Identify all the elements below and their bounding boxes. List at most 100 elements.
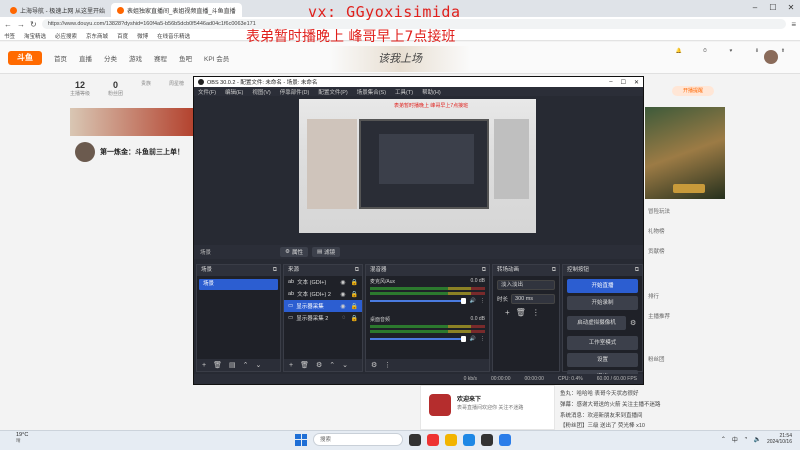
sidebar-text[interactable]: 主播推荐 xyxy=(648,312,670,320)
site-logo[interactable]: 斗鱼 xyxy=(8,50,42,65)
sidebar-ad-image[interactable] xyxy=(645,107,725,199)
maximize-icon[interactable]: ☐ xyxy=(764,0,782,14)
minimize-icon[interactable]: – xyxy=(609,79,612,86)
filters-button[interactable]: ▤ 滤镜 xyxy=(311,247,341,257)
more-icon[interactable]: ⋮ xyxy=(480,336,485,342)
folder-icon[interactable] xyxy=(445,433,457,446)
menu-item[interactable]: 场景集合(S) xyxy=(357,88,386,96)
bookmark-item[interactable]: 京东商城 xyxy=(86,32,108,40)
menu-item[interactable]: 帮助(H) xyxy=(422,88,441,96)
add-icon[interactable]: + xyxy=(202,362,206,369)
down-icon[interactable]: ⌄ xyxy=(342,361,348,369)
properties-button[interactable]: ⚙ 属性 xyxy=(280,247,308,257)
settings-button[interactable]: 设置 xyxy=(567,353,638,367)
more-icon[interactable]: ⋮ xyxy=(384,361,391,369)
source-item[interactable]: ab 文本 (GDI+) 2 ◉ 🔒 xyxy=(284,288,362,300)
lock-icon[interactable]: 🔒 xyxy=(351,291,358,298)
taskbar-search[interactable]: 搜索 xyxy=(313,433,403,446)
refresh-icon[interactable]: ↻ xyxy=(30,20,37,29)
eye-off-icon[interactable]: ◌ xyxy=(342,315,346,322)
bell-icon[interactable]: 🔔 xyxy=(672,48,686,68)
minimize-icon[interactable]: – xyxy=(746,0,764,14)
gear-icon[interactable]: ⚙ xyxy=(316,361,322,369)
nav-item[interactable]: 分类 xyxy=(104,53,117,63)
windows-start-icon[interactable] xyxy=(295,433,307,446)
volume-icon[interactable]: 🔈 xyxy=(753,436,760,443)
menu-item[interactable]: 视图(V) xyxy=(252,88,270,96)
source-item[interactable]: ▭ 显示器采集 2 ◌ 🔒 xyxy=(284,312,362,324)
browser-tab[interactable]: 上海导航 - 极速上网 从这里开始 xyxy=(4,3,111,17)
down-icon[interactable]: ⌄ xyxy=(255,361,261,369)
ad-button[interactable] xyxy=(673,184,705,193)
nav-item[interactable]: 直播 xyxy=(79,53,92,63)
bookmark-item[interactable]: 百度 xyxy=(117,32,128,40)
taskview-icon[interactable] xyxy=(409,433,421,446)
user-avatar[interactable] xyxy=(764,50,778,64)
remind-button[interactable]: 开播提醒 xyxy=(672,86,714,96)
popout-icon[interactable]: ⧉ xyxy=(355,265,359,276)
scene-item[interactable]: 场景 xyxy=(199,279,278,290)
start-streaming-button[interactable]: 开始直播 xyxy=(567,279,638,293)
menu-item[interactable]: 配置文件(P) xyxy=(318,88,347,96)
menu-icon[interactable]: ≡ xyxy=(791,20,796,29)
start-recording-button[interactable]: 开始录制 xyxy=(567,296,638,310)
bookmark-item[interactable]: 必应搜索 xyxy=(55,32,77,40)
menu-item[interactable]: 工具(T) xyxy=(395,88,413,96)
lock-icon[interactable]: 🔒 xyxy=(351,303,358,310)
add-icon[interactable]: + xyxy=(289,362,293,369)
filter-icon[interactable]: ▤ xyxy=(229,361,236,369)
wifi-icon[interactable]: ◔ xyxy=(744,436,748,442)
eye-icon[interactable]: ◉ xyxy=(340,303,345,310)
nav-item[interactable]: 赛程 xyxy=(154,53,167,63)
speaker-icon[interactable]: 🔊 xyxy=(470,298,476,304)
popout-icon[interactable]: ⧉ xyxy=(482,265,486,276)
studio-mode-button[interactable]: 工作室模式 xyxy=(567,336,638,350)
stat-item[interactable]: 周星榜 xyxy=(169,80,184,97)
trash-icon[interactable]: 🗑 xyxy=(213,361,222,369)
slider-knob[interactable] xyxy=(460,298,466,304)
weather-widget[interactable]: 19°C 晴 xyxy=(16,432,28,444)
trash-icon[interactable]: 🗑 xyxy=(516,308,526,317)
ime-indicator[interactable]: 中 xyxy=(732,435,738,444)
game-card[interactable]: 欢迎来下 表哥直播间欢迎你 关注不迷路 xyxy=(420,385,555,430)
app-icon[interactable] xyxy=(499,433,511,446)
gear-icon[interactable]: ⚙ xyxy=(371,361,377,369)
nav-item[interactable]: 鱼吧 xyxy=(179,53,192,63)
popout-icon[interactable]: ⧉ xyxy=(552,265,556,276)
stat-item[interactable]: 贵族 xyxy=(141,80,151,97)
clock[interactable]: 21:54 2024/10/16 xyxy=(767,433,792,445)
close-icon[interactable]: ✕ xyxy=(634,79,639,86)
forward-icon[interactable]: → xyxy=(17,20,25,29)
gear-icon[interactable]: ⚙ xyxy=(630,319,642,327)
transition-select[interactable]: 淡入淡出 xyxy=(497,280,555,290)
up-icon[interactable]: ⌃ xyxy=(243,361,249,369)
history-icon[interactable]: ⏱ xyxy=(698,48,712,68)
sidebar-text[interactable]: 贡献榜 xyxy=(648,247,665,255)
more-icon[interactable]: ⋮ xyxy=(480,298,485,304)
volume-slider[interactable] xyxy=(370,298,466,304)
close-icon[interactable]: ✕ xyxy=(782,0,800,14)
streamer-avatar[interactable] xyxy=(75,142,95,162)
trash-icon[interactable]: 🗑 xyxy=(300,361,309,369)
browser-tab-active[interactable]: 表姐独家直播间_表姐视频直播_斗鱼直播 xyxy=(111,3,242,17)
duration-input[interactable]: 300 ms xyxy=(511,294,555,304)
maximize-icon[interactable]: ☐ xyxy=(621,79,626,86)
sidebar-text[interactable]: 排行 xyxy=(648,292,659,300)
sidebar-text[interactable]: 粉丝团 xyxy=(648,355,665,363)
slider-knob[interactable] xyxy=(460,336,466,342)
popout-icon[interactable]: ⧉ xyxy=(273,265,277,276)
menu-item[interactable]: 文件(F) xyxy=(198,88,216,96)
source-item[interactable]: ab 文本 (GDI+) ◉ 🔒 xyxy=(284,276,362,288)
browser-icon[interactable] xyxy=(463,433,475,446)
stat-item[interactable]: 12 主播等级 xyxy=(70,80,90,97)
nav-item[interactable]: 首页 xyxy=(54,53,67,63)
volume-slider[interactable] xyxy=(370,336,466,342)
sidebar-text[interactable]: 冒险玩法 xyxy=(648,207,670,215)
source-item-selected[interactable]: ▭ 显示器采集 ◉ 🔒 xyxy=(284,300,362,312)
virtual-camera-button[interactable]: 启动虚拟摄像机 xyxy=(567,316,626,330)
up-icon[interactable]: ⌃ xyxy=(329,361,335,369)
bookmark-item[interactable]: 淘宝精选 xyxy=(24,32,46,40)
download-icon[interactable]: ⬇ xyxy=(750,48,764,68)
follow-icon[interactable]: ♥ xyxy=(724,48,738,68)
bookmark-item[interactable]: 书签 xyxy=(4,32,15,40)
